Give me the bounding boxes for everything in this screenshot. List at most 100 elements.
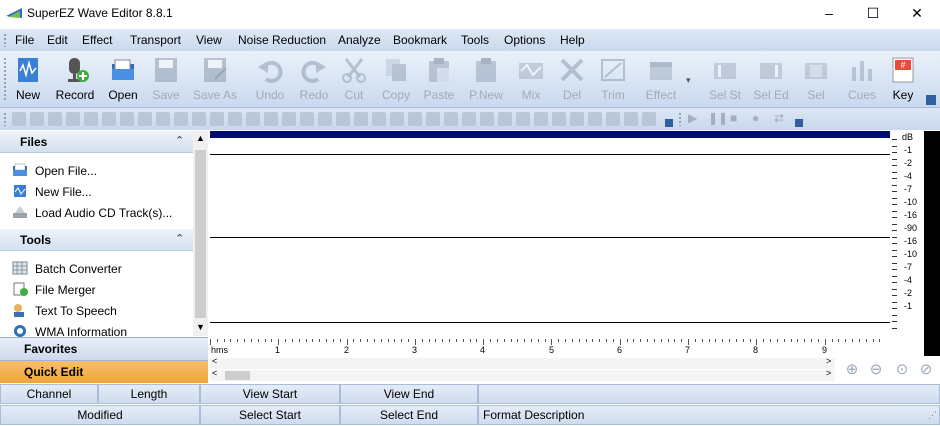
zoom-fit-icon[interactable]: ⊙	[892, 360, 912, 380]
zoom-in-icon[interactable]: ⊕	[842, 360, 862, 380]
save-as-button[interactable]: Save As	[190, 55, 240, 105]
record-button[interactable]: Record	[52, 55, 98, 105]
menu-tools[interactable]: Tools	[461, 33, 489, 47]
small-tool-icon[interactable]	[84, 112, 98, 126]
paste-new-button[interactable]: P.New	[464, 55, 508, 105]
small-tool-icon[interactable]	[120, 112, 134, 126]
files-section-header[interactable]: Files ⌃	[0, 131, 194, 153]
small-tool-icon[interactable]	[228, 112, 242, 126]
zoom-selection-icon[interactable]: ⊘	[916, 360, 936, 380]
tools-section-header[interactable]: Tools ⌃	[0, 229, 194, 251]
toolbar-overflow-icon[interactable]	[926, 95, 936, 105]
copy-button[interactable]: Copy	[376, 55, 416, 105]
select-end-button[interactable]: Sel Ed	[750, 55, 792, 105]
small-tool-icon[interactable]	[318, 112, 332, 126]
effect-button[interactable]: Effect	[640, 55, 682, 105]
small-tool-icon[interactable]	[588, 112, 602, 126]
record-small-icon[interactable]: ●	[752, 111, 759, 125]
small-tool-icon[interactable]	[174, 112, 188, 126]
save-button[interactable]: Save	[147, 55, 185, 105]
maximize-button[interactable]: ☐	[850, 0, 896, 27]
small-tool-icon[interactable]	[480, 112, 494, 126]
new-button[interactable]: New	[10, 55, 46, 105]
close-button[interactable]: ✕	[894, 0, 940, 27]
select-button[interactable]: Sel	[798, 55, 834, 105]
menu-options[interactable]: Options	[504, 33, 545, 47]
quick-edit-nav-button[interactable]: Quick Edit	[0, 360, 208, 383]
pause-icon[interactable]: ❚❚	[708, 111, 728, 125]
small-tool-icon[interactable]	[444, 112, 458, 126]
small-tool-icon[interactable]	[210, 112, 224, 126]
small-tool-icon[interactable]	[264, 112, 278, 126]
minimize-button[interactable]: –	[806, 0, 852, 27]
paste-button[interactable]: Paste	[418, 55, 460, 105]
small-tool-icon[interactable]	[408, 112, 422, 126]
transport-grip[interactable]	[678, 112, 682, 126]
small-tool-icon[interactable]	[642, 112, 656, 126]
menu-transport[interactable]: Transport	[130, 33, 181, 47]
redo-button[interactable]: Redo	[294, 55, 334, 105]
small-tool-icon[interactable]	[552, 112, 566, 126]
horizontal-scrollbar[interactable]: < >	[210, 356, 835, 369]
cut-button[interactable]: Cut	[336, 55, 372, 105]
small-tool-icon[interactable]	[606, 112, 620, 126]
small-tool-icon[interactable]	[300, 112, 314, 126]
collapse-files-icon[interactable]: ⌃	[175, 134, 184, 147]
left-panel-scrollbar[interactable]: ▲ ▼	[193, 131, 208, 336]
zoom-scrollbar[interactable]: < >	[210, 368, 835, 381]
zoom-scroll-right-icon[interactable]: >	[826, 368, 831, 378]
scrollbar-thumb[interactable]	[195, 150, 206, 318]
zoom-out-icon[interactable]: ⊖	[866, 360, 886, 380]
scroll-left-icon[interactable]: <	[212, 356, 217, 366]
small-tool-icon[interactable]	[192, 112, 206, 126]
small-tool-icon[interactable]	[102, 112, 116, 126]
small-tool-icon[interactable]	[282, 112, 296, 126]
small-tool-icon[interactable]	[246, 112, 260, 126]
small-tool-icon[interactable]	[426, 112, 440, 126]
mix-button[interactable]: Mix	[512, 55, 550, 105]
scroll-up-icon[interactable]: ▲	[196, 133, 205, 143]
play-icon[interactable]: ▶	[688, 111, 697, 125]
small-tool-icon[interactable]	[354, 112, 368, 126]
waveform-view[interactable]	[210, 131, 890, 340]
cues-button[interactable]: Cues	[842, 55, 882, 105]
menu-edit[interactable]: Edit	[47, 33, 68, 47]
small-tool-icon[interactable]	[516, 112, 530, 126]
menu-noise-reduction[interactable]: Noise Reduction	[238, 33, 326, 47]
zoom-scroll-left-icon[interactable]: <	[212, 368, 217, 378]
scroll-down-icon[interactable]: ▼	[196, 322, 205, 332]
small-tool-icon[interactable]	[66, 112, 80, 126]
menu-grip[interactable]	[3, 33, 7, 47]
collapse-tools-icon[interactable]: ⌃	[175, 232, 184, 245]
secondary-overflow-icon[interactable]	[665, 119, 673, 127]
menu-bookmark[interactable]: Bookmark	[393, 33, 447, 47]
menu-analyze[interactable]: Analyze	[338, 33, 381, 47]
small-tool-icon[interactable]	[372, 112, 386, 126]
open-button[interactable]: Open	[104, 55, 142, 105]
small-tool-icon[interactable]	[570, 112, 584, 126]
trim-button[interactable]: Trim	[594, 55, 632, 105]
small-tool-icon[interactable]	[390, 112, 404, 126]
undo-button[interactable]: Undo	[250, 55, 290, 105]
resize-grip-icon[interactable]: ⋰	[928, 410, 937, 421]
effect-dropdown-arrow-icon[interactable]: ▾	[686, 75, 691, 86]
small-tool-icon[interactable]	[336, 112, 350, 126]
small-tool-icon[interactable]	[12, 112, 26, 126]
small-tool-icon[interactable]	[462, 112, 476, 126]
toolbar-grip[interactable]	[3, 57, 7, 101]
small-tool-icon[interactable]	[498, 112, 512, 126]
zoom-scroll-thumb[interactable]	[225, 371, 250, 380]
small-tool-icon[interactable]	[48, 112, 62, 126]
menu-file[interactable]: File	[15, 33, 34, 47]
menu-effect[interactable]: Effect	[82, 33, 112, 47]
menu-view[interactable]: View	[196, 33, 222, 47]
select-start-button[interactable]: Sel St	[704, 55, 746, 105]
stop-icon[interactable]: ■	[730, 111, 737, 125]
small-tool-icon[interactable]	[138, 112, 152, 126]
loop-icon[interactable]: ⇄	[774, 111, 784, 125]
secondary-toolbar-grip[interactable]	[3, 112, 7, 126]
delete-button[interactable]: Del	[554, 55, 590, 105]
transport-overflow-icon[interactable]	[795, 119, 803, 127]
key-button[interactable]: # Key	[886, 55, 920, 105]
small-tool-icon[interactable]	[30, 112, 44, 126]
